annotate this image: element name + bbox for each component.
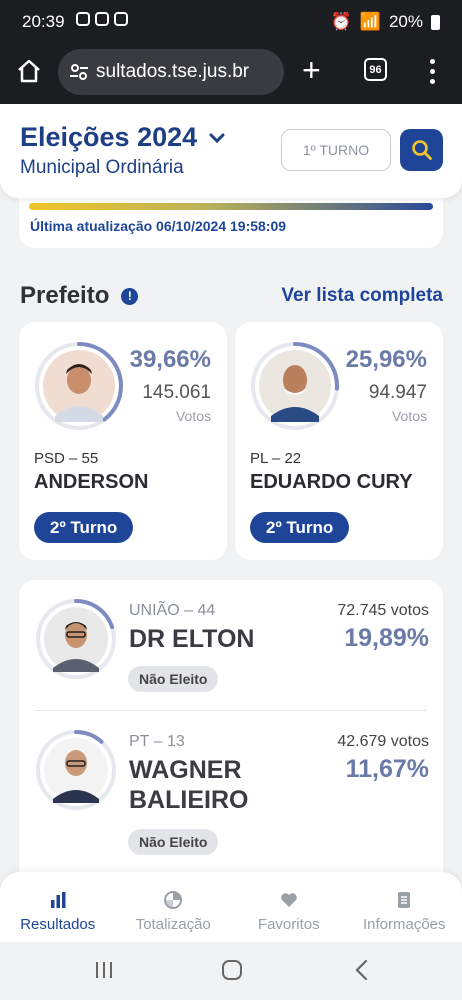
status-bar: 20:39 ⏰ 📶 20% bbox=[0, 0, 462, 44]
status-right: ⏰ 📶 20% bbox=[331, 12, 440, 32]
turno-button[interactable]: 1º TURNO bbox=[281, 129, 391, 171]
home-icon[interactable] bbox=[16, 58, 42, 84]
back-icon[interactable] bbox=[354, 959, 370, 981]
instagram-icon bbox=[114, 12, 128, 26]
election-subtitle: Municipal Ordinária bbox=[20, 157, 184, 178]
candidate-votes: 145.061 bbox=[142, 382, 211, 403]
second-round-badge: 2º Turno bbox=[250, 512, 350, 543]
battery-percent: 20% bbox=[388, 12, 423, 31]
divider bbox=[35, 710, 427, 711]
nav-totalizacao[interactable]: Totalização bbox=[116, 872, 232, 942]
nav-label: Informações bbox=[362, 916, 446, 933]
candidate-avatar bbox=[251, 342, 339, 430]
status-badge: Não Eleito bbox=[128, 666, 219, 692]
candidate-percent: 39,66% bbox=[129, 346, 211, 373]
candidate-party: PSD – 55 bbox=[34, 450, 99, 467]
search-icon bbox=[411, 140, 432, 160]
votes-label: Votos bbox=[391, 408, 427, 424]
candidate-avatar bbox=[35, 342, 123, 430]
recent-apps-icon[interactable] bbox=[94, 960, 114, 980]
candidate-party: PT – 13 bbox=[129, 733, 185, 750]
system-nav-bar bbox=[0, 942, 462, 1000]
candidate-avatar bbox=[36, 599, 116, 679]
url-text: sultados.tse.jus.br bbox=[96, 61, 250, 82]
address-bar[interactable]: sultados.tse.jus.br bbox=[58, 49, 284, 95]
alarm-icon: ⏰ bbox=[330, 12, 352, 31]
status-badge: Não Eleito bbox=[128, 829, 219, 855]
last-update-text: Última atualização 06/10/2024 19:58:09 bbox=[30, 218, 287, 234]
candidate-list: UNIÃO – 44 DR ELTON 72.745 votos 19,89% … bbox=[19, 580, 443, 890]
instagram-icon bbox=[76, 12, 90, 26]
candidate-name: ANDERSON bbox=[34, 471, 149, 493]
candidate-card[interactable]: 39,66% 145.061 Votos PSD – 55 ANDERSON 2… bbox=[19, 322, 227, 560]
election-title: Eleições 2024 bbox=[20, 122, 198, 152]
wifi-icon: 📶 bbox=[359, 12, 381, 31]
site-settings-icon[interactable] bbox=[68, 61, 90, 83]
candidate-party: PL – 22 bbox=[250, 450, 302, 467]
app-header: Eleições 2024 Municipal Ordinária 1º TUR… bbox=[0, 104, 462, 198]
candidate-avatar bbox=[36, 730, 116, 810]
browser-toolbar: sultados.tse.jus.br + 96 bbox=[0, 44, 462, 104]
nav-label: Favoritos bbox=[257, 916, 320, 933]
info-icon[interactable]: ! bbox=[121, 287, 139, 305]
votes-label: Votos bbox=[175, 408, 211, 424]
second-round-badge: 2º Turno bbox=[34, 512, 134, 543]
candidate-name: WAGNER BALIEIRO bbox=[129, 756, 249, 814]
nav-label: Totalização bbox=[135, 916, 211, 933]
battery-icon bbox=[431, 14, 440, 30]
browser-menu-icon[interactable] bbox=[426, 56, 438, 86]
document-icon bbox=[398, 892, 411, 908]
nav-informacoes[interactable]: Informações bbox=[347, 872, 462, 942]
status-time: 20:39 bbox=[22, 12, 65, 31]
see-full-list-link[interactable]: Ver lista completa bbox=[281, 285, 443, 307]
pie-chart-icon bbox=[164, 891, 183, 909]
candidate-percent: 25,96% bbox=[345, 346, 427, 373]
home-button-icon[interactable] bbox=[221, 959, 243, 981]
chevron-down-icon bbox=[209, 133, 225, 143]
candidate-name: EDUARDO CURY bbox=[250, 471, 413, 493]
instagram-icon bbox=[95, 12, 109, 26]
search-button[interactable] bbox=[400, 129, 443, 171]
bar-chart-icon bbox=[50, 892, 66, 908]
candidate-party: UNIÃO – 44 bbox=[129, 602, 216, 619]
progress-gradient-bar bbox=[29, 203, 433, 210]
candidate-card[interactable]: 25,96% 94.947 Votos PL – 22 EDUARDO CURY… bbox=[235, 322, 443, 560]
candidate-percent: 19,89% bbox=[344, 624, 429, 652]
bottom-nav: Resultados Totalização Favoritos Informa… bbox=[0, 872, 462, 942]
candidate-percent: 11,67% bbox=[345, 755, 429, 783]
election-selector[interactable]: Eleições 2024 bbox=[20, 122, 225, 153]
candidate-votes: 72.745 votos bbox=[337, 602, 429, 619]
nav-resultados[interactable]: Resultados bbox=[0, 872, 116, 942]
nav-label: Resultados bbox=[20, 916, 96, 933]
candidate-votes: 42.679 votos bbox=[337, 733, 429, 750]
section-title-text: Prefeito bbox=[20, 282, 110, 309]
notification-icons bbox=[76, 12, 128, 26]
tab-count-button[interactable]: 96 bbox=[364, 58, 387, 81]
new-tab-icon[interactable]: + bbox=[302, 54, 321, 86]
heart-icon bbox=[280, 893, 297, 907]
section-title: Prefeito ! bbox=[20, 282, 139, 310]
candidate-votes: 94.947 bbox=[368, 382, 427, 403]
candidate-name: DR ELTON bbox=[129, 625, 255, 653]
nav-favoritos[interactable]: Favoritos bbox=[231, 872, 347, 942]
